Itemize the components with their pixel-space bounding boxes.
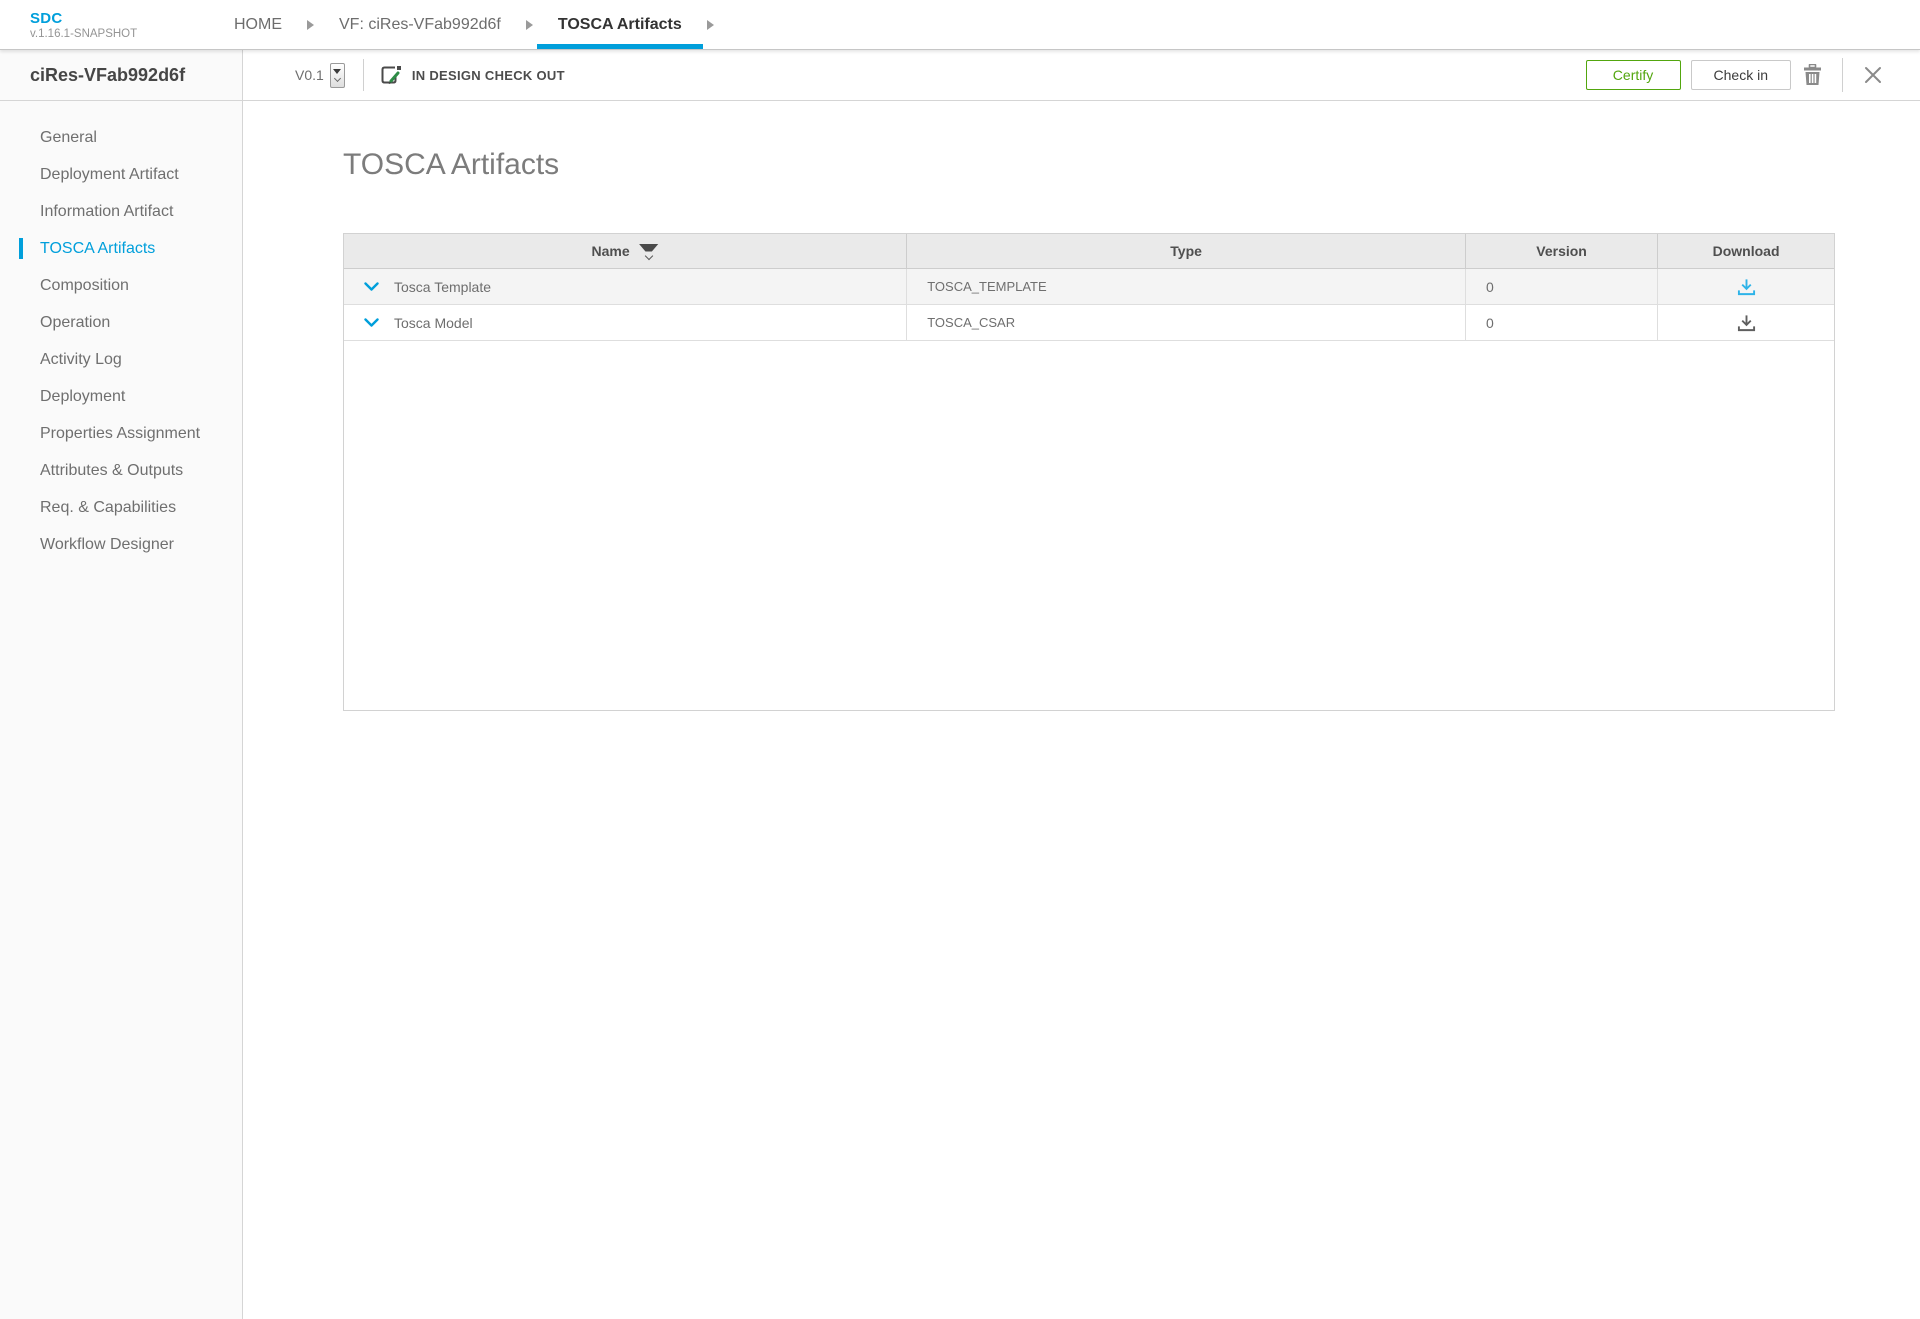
sdc-version-text: v.1.16.1-SNAPSHOT xyxy=(30,28,185,40)
version-label: V0.1 xyxy=(295,67,324,83)
sidebar-item-attributes-outputs[interactable]: Attributes & Outputs xyxy=(0,452,242,489)
download-button[interactable] xyxy=(1737,278,1756,296)
stepper-chevron-icon xyxy=(334,75,341,82)
delete-button[interactable] xyxy=(1791,64,1834,86)
sidebar-item-activity-log[interactable]: Activity Log xyxy=(0,341,242,378)
check-in-button[interactable]: Check in xyxy=(1691,60,1791,90)
cell-download xyxy=(1658,269,1834,304)
sidebar-item-label: Properties Assignment xyxy=(40,425,200,443)
table-row[interactable]: Tosca Template TOSCA_TEMPLATE 0 xyxy=(344,269,1834,305)
sidebar-item-composition[interactable]: Composition xyxy=(0,267,242,304)
sidebar-item-deployment-artifact[interactable]: Deployment Artifact xyxy=(0,156,242,193)
sdc-logo-text: SDC xyxy=(30,10,185,27)
breadcrumb-home[interactable]: HOME xyxy=(213,0,303,49)
download-button[interactable] xyxy=(1737,314,1756,332)
table-header-row: Name Type Version Download xyxy=(344,234,1834,269)
sidebar-item-label: Composition xyxy=(40,277,129,295)
breadcrumb-tosca-artifacts[interactable]: TOSCA Artifacts xyxy=(537,0,703,49)
breadcrumb-home-label: HOME xyxy=(234,16,282,34)
sidebar-item-deployment[interactable]: Deployment xyxy=(0,378,242,415)
sdc-app: SDC v.1.16.1-SNAPSHOT HOME VF: ciRes-VFa… xyxy=(0,0,1920,1319)
sub-header: ciRes-VFab992d6f V0.1 IN DESIGN CHECK OU… xyxy=(0,50,1920,101)
active-tab-indicator xyxy=(537,44,703,49)
trash-icon xyxy=(1803,64,1822,86)
table-empty-area xyxy=(344,341,1834,710)
breadcrumb-vf-label: VF: ciRes-VFab992d6f xyxy=(339,16,501,34)
cell-name: Tosca Model xyxy=(344,305,907,340)
column-header-version[interactable]: Version xyxy=(1466,234,1658,268)
column-header-label: Download xyxy=(1713,243,1780,259)
breadcrumb-tosca-label: TOSCA Artifacts xyxy=(558,16,682,34)
version-stepper[interactable] xyxy=(330,63,345,88)
sidebar-item-label: Workflow Designer xyxy=(40,536,174,554)
cell-type: TOSCA_TEMPLATE xyxy=(907,269,1466,304)
toolbar-actions: Certify Check in xyxy=(1586,58,1895,92)
download-icon xyxy=(1737,278,1756,296)
column-header-type[interactable]: Type xyxy=(907,234,1466,268)
artifact-name: Tosca Model xyxy=(394,315,473,331)
component-title: ciRes-VFab992d6f xyxy=(30,65,185,86)
sidebar-item-label: Deployment Artifact xyxy=(40,166,179,184)
expand-chevron-icon[interactable] xyxy=(364,282,379,292)
sort-icon xyxy=(639,244,659,259)
sidebar-item-label: Attributes & Outputs xyxy=(40,462,183,480)
sdc-logo[interactable]: SDC v.1.16.1-SNAPSHOT xyxy=(0,0,185,49)
sidebar-item-workflow-designer[interactable]: Workflow Designer xyxy=(0,526,242,563)
column-header-download[interactable]: Download xyxy=(1658,234,1834,268)
breadcrumb-arrow-icon xyxy=(526,20,533,30)
component-title-box: ciRes-VFab992d6f xyxy=(0,50,243,101)
artifacts-table: Name Type Version Download xyxy=(343,233,1835,711)
main-content: TOSCA Artifacts Name Type Version xyxy=(243,101,1920,1319)
close-button[interactable] xyxy=(1851,65,1895,85)
lifecycle-status: IN DESIGN CHECK OUT xyxy=(378,64,565,87)
expand-chevron-icon[interactable] xyxy=(364,318,379,328)
column-header-label: Name xyxy=(592,243,630,259)
lifecycle-status-label: IN DESIGN CHECK OUT xyxy=(412,68,565,83)
stepper-arrow-icon xyxy=(333,69,341,74)
sidebar-item-label: Activity Log xyxy=(40,351,122,369)
cell-version: 0 xyxy=(1466,269,1658,304)
checkout-pencil-icon xyxy=(378,64,403,87)
cell-download xyxy=(1658,305,1834,340)
sidebar-menu: General Deployment Artifact Information … xyxy=(0,101,243,1319)
artifact-name: Tosca Template xyxy=(394,279,491,295)
sidebar-item-tosca-artifacts[interactable]: TOSCA Artifacts xyxy=(0,230,242,267)
breadcrumb: HOME VF: ciRes-VFab992d6f TOSCA Artifact… xyxy=(213,0,718,49)
sidebar-item-properties-assignment[interactable]: Properties Assignment xyxy=(0,415,242,452)
breadcrumb-arrow-icon xyxy=(707,20,714,30)
sidebar-item-req-capabilities[interactable]: Req. & Capabilities xyxy=(0,489,242,526)
active-item-indicator xyxy=(19,238,23,259)
toolbar-divider xyxy=(1842,58,1843,92)
cell-version: 0 xyxy=(1466,305,1658,340)
sidebar-item-label: General xyxy=(40,129,97,147)
page-title: TOSCA Artifacts xyxy=(343,145,1920,185)
breadcrumb-arrow-icon xyxy=(307,20,314,30)
body: General Deployment Artifact Information … xyxy=(0,101,1920,1319)
column-header-name[interactable]: Name xyxy=(344,234,907,268)
sidebar-item-information-artifact[interactable]: Information Artifact xyxy=(0,193,242,230)
sidebar-item-general[interactable]: General xyxy=(0,119,242,156)
sidebar-item-label: Req. & Capabilities xyxy=(40,499,176,517)
sidebar-item-label: Deployment xyxy=(40,388,125,406)
download-icon xyxy=(1737,314,1756,332)
certify-button[interactable]: Certify xyxy=(1586,60,1681,90)
cell-name: Tosca Template xyxy=(344,269,907,304)
top-nav-bar: SDC v.1.16.1-SNAPSHOT HOME VF: ciRes-VFa… xyxy=(0,0,1920,50)
breadcrumb-vf[interactable]: VF: ciRes-VFab992d6f xyxy=(318,0,522,49)
sidebar-item-operation[interactable]: Operation xyxy=(0,304,242,341)
column-header-label: Type xyxy=(1170,243,1202,259)
close-icon xyxy=(1863,65,1883,85)
toolbar: V0.1 IN DESIGN CHECK OUT Certify Check i… xyxy=(243,50,1920,101)
toolbar-divider xyxy=(363,59,364,91)
sidebar-item-label: Information Artifact xyxy=(40,203,173,221)
table-row[interactable]: Tosca Model TOSCA_CSAR 0 xyxy=(344,305,1834,341)
cell-type: TOSCA_CSAR xyxy=(907,305,1466,340)
sidebar-item-label: TOSCA Artifacts xyxy=(40,240,155,258)
sidebar-item-label: Operation xyxy=(40,314,110,332)
column-header-label: Version xyxy=(1536,243,1587,259)
